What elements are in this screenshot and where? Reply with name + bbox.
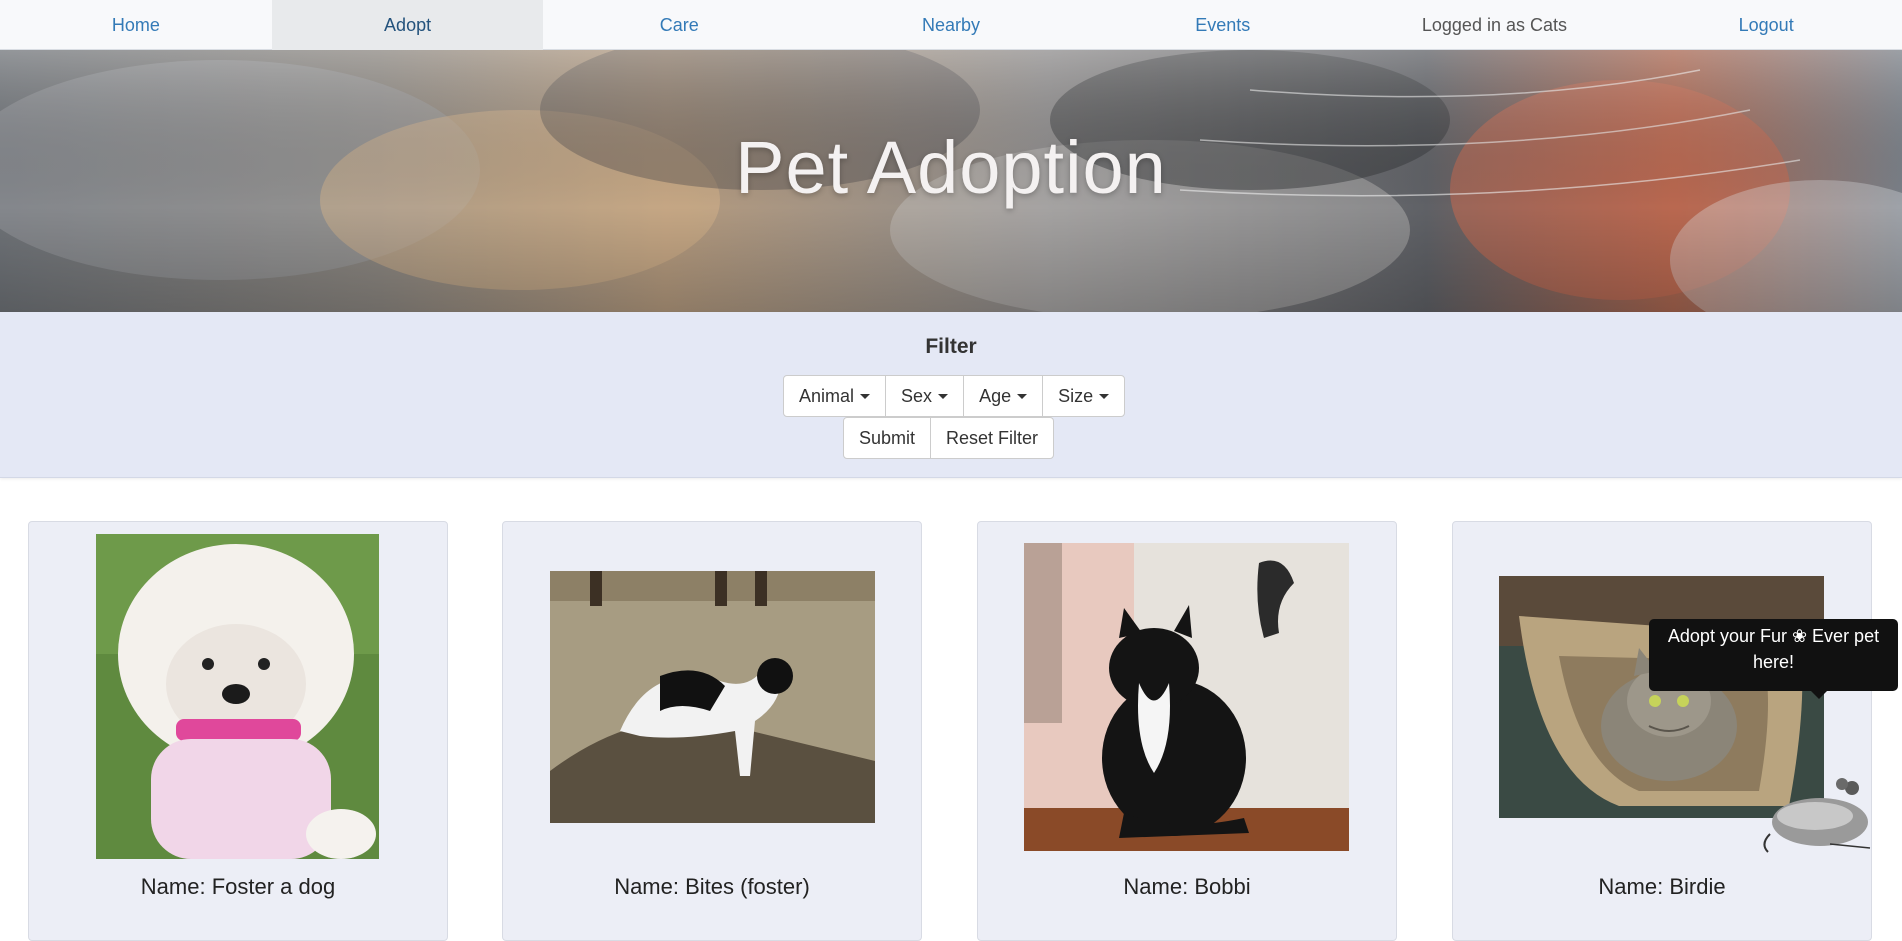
black-white-cat-photo <box>550 571 875 823</box>
toy-mouse-mascot[interactable] <box>1760 774 1875 854</box>
nav-nearby-link[interactable]: Nearby <box>815 0 1087 50</box>
nav-adopt-link[interactable]: Adopt <box>271 0 544 50</box>
pet-card[interactable]: Name: Bites (foster) <box>502 521 922 941</box>
adopt-tooltip: Adopt your Fur ❀ Ever pet here! <box>1649 619 1898 691</box>
caret-down-icon <box>860 393 871 399</box>
pet-card[interactable]: Name: Foster a dog <box>28 521 448 941</box>
top-navbar: Home Adopt Care Nearby Events Logged in … <box>0 0 1902 50</box>
caret-down-icon <box>1017 393 1028 399</box>
age-dropdown-button[interactable]: Age <box>963 375 1044 417</box>
hero-banner: Pet Adoption <box>0 50 1902 312</box>
pet-name: Name: Bites (foster) <box>614 874 810 899</box>
filter-panel: Filter Animal Sex Age Size Submit Reset … <box>0 312 1902 478</box>
sex-dropdown-button[interactable]: Sex <box>885 375 965 417</box>
age-dropdown-label: Age <box>979 385 1012 406</box>
animal-dropdown-label: Animal <box>799 385 855 406</box>
filter-action-group: Submit Reset Filter <box>843 417 1055 459</box>
pet-name: Name: Foster a dog <box>140 874 336 899</box>
filter-dropdown-group: Animal Sex Age Size <box>783 375 1126 417</box>
reset-filter-button[interactable]: Reset Filter <box>930 417 1055 459</box>
tooltip-line-1: Adopt your Fur ❀ Ever pet <box>1667 626 1880 646</box>
tooltip-line-2: here! <box>1752 652 1795 672</box>
caret-down-icon <box>938 393 949 399</box>
pet-card[interactable]: Name: Bobbi <box>977 521 1397 941</box>
white-poodle-photo <box>96 534 379 859</box>
page-title: Pet Adoption <box>735 126 1167 209</box>
nav-logout-link[interactable]: Logout <box>1630 0 1902 50</box>
nav-care-link[interactable]: Care <box>543 0 815 50</box>
submit-button[interactable]: Submit <box>843 417 932 459</box>
pet-name: Name: Birdie <box>1598 874 1726 899</box>
pet-card[interactable]: Name: Birdie <box>1452 521 1872 941</box>
logged-in-status: Logged in as Cats <box>1421 14 1567 35</box>
size-dropdown-button[interactable]: Size <box>1042 375 1126 417</box>
sex-dropdown-label: Sex <box>901 385 933 406</box>
size-dropdown-label: Size <box>1058 385 1094 406</box>
tooltip-arrow <box>1811 691 1827 699</box>
filter-title: Filter <box>925 335 977 358</box>
caret-down-icon <box>1099 393 1110 399</box>
tuxedo-cat-photo <box>1024 543 1349 851</box>
nav-events-link[interactable]: Events <box>1087 0 1359 50</box>
nav-home-link[interactable]: Home <box>0 0 272 50</box>
animal-dropdown-button[interactable]: Animal <box>783 375 887 417</box>
pet-name: Name: Bobbi <box>1123 874 1251 899</box>
